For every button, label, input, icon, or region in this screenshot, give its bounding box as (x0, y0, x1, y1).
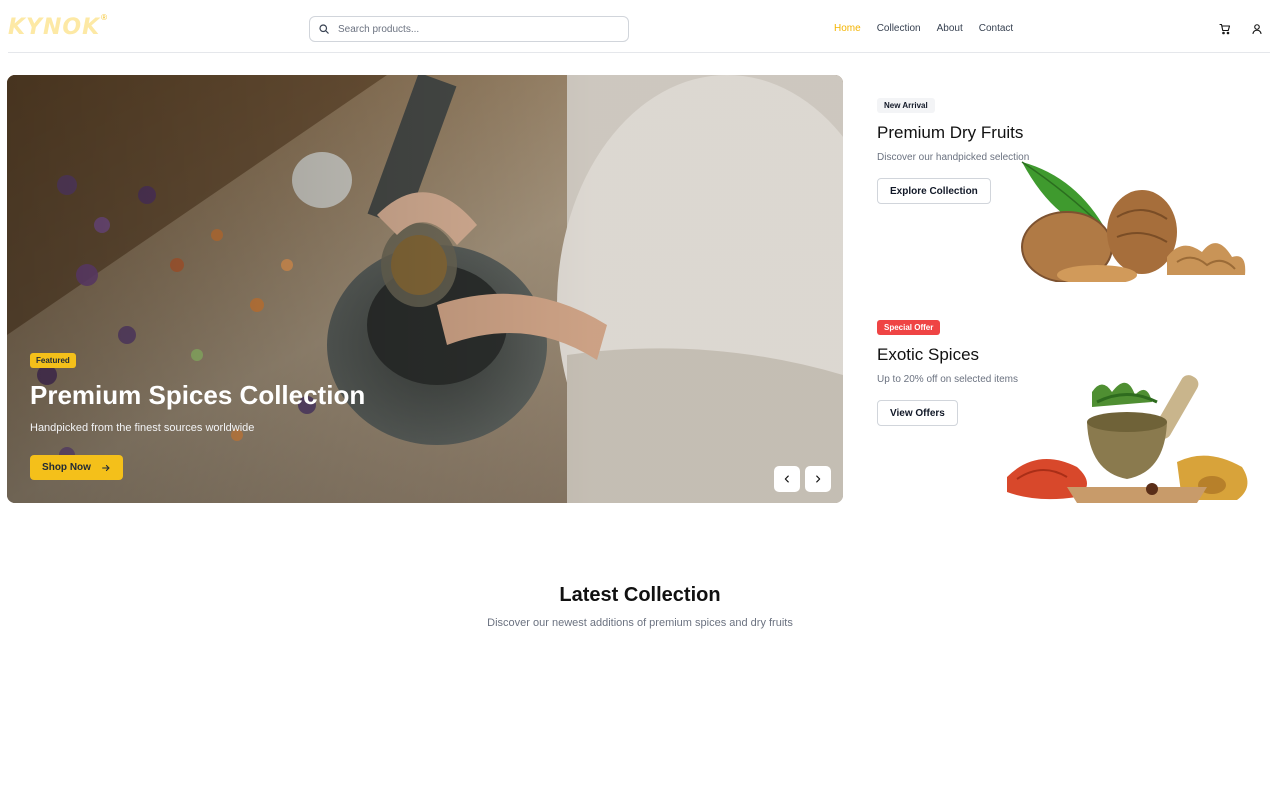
registered-mark: ® (101, 13, 108, 22)
view-offers-button[interactable]: View Offers (877, 400, 958, 426)
carousel-next-button[interactable] (805, 466, 831, 492)
chevron-right-icon (816, 475, 821, 483)
carousel-prev-button[interactable] (774, 466, 800, 492)
featured-badge: Featured (30, 353, 76, 368)
nav-home[interactable]: Home (834, 23, 861, 34)
search-input[interactable] (338, 23, 618, 35)
hero-title: Premium Spices Collection (30, 380, 366, 410)
cart-icon[interactable] (1219, 23, 1231, 35)
hero-banner: Featured Premium Spices Collection Handp… (7, 75, 843, 503)
nav-contact[interactable]: Contact (979, 23, 1013, 34)
nav-collection[interactable]: Collection (877, 23, 921, 34)
promo-card-dry-fruits: New Arrival Premium Dry Fruits Discover … (877, 95, 1267, 285)
main-nav: Home Collection About Contact (834, 23, 1013, 34)
promo-card-exotic-spices: Special Offer Exotic Spices Up to 20% of… (877, 317, 1267, 507)
user-icon[interactable] (1251, 23, 1263, 35)
promo-title: Exotic Spices (877, 345, 980, 364)
explore-collection-button[interactable]: Explore Collection (877, 178, 991, 204)
latest-collection-subtitle: Discover our newest additions of premium… (487, 617, 793, 629)
header-divider (8, 52, 1270, 53)
brand-name: KYNOK (8, 15, 101, 40)
search-bar (309, 16, 629, 42)
special-offer-badge: Special Offer (877, 320, 941, 335)
chevron-left-icon (784, 475, 789, 483)
spices-image (1007, 375, 1248, 503)
arrow-right-icon (102, 464, 110, 471)
latest-collection-title: Latest Collection (559, 584, 721, 606)
dry-fruits-image (1021, 161, 1246, 282)
new-arrival-badge: New Arrival (877, 98, 935, 113)
promo-description: Up to 20% off on selected items (877, 374, 1019, 385)
promo-title: Premium Dry Fruits (877, 123, 1024, 142)
shop-now-button[interactable]: Shop Now (30, 455, 123, 480)
hero-subtitle: Handpicked from the finest sources world… (30, 422, 255, 434)
promo-description: Discover our handpicked selection (877, 152, 1030, 163)
shop-now-label: Shop Now (42, 462, 91, 473)
brand-logo[interactable]: KYNOK ® (8, 13, 108, 40)
nav-about[interactable]: About (937, 23, 963, 34)
site-header: KYNOK ® Home Collection About Contact (0, 0, 1280, 53)
search-icon (319, 24, 329, 34)
